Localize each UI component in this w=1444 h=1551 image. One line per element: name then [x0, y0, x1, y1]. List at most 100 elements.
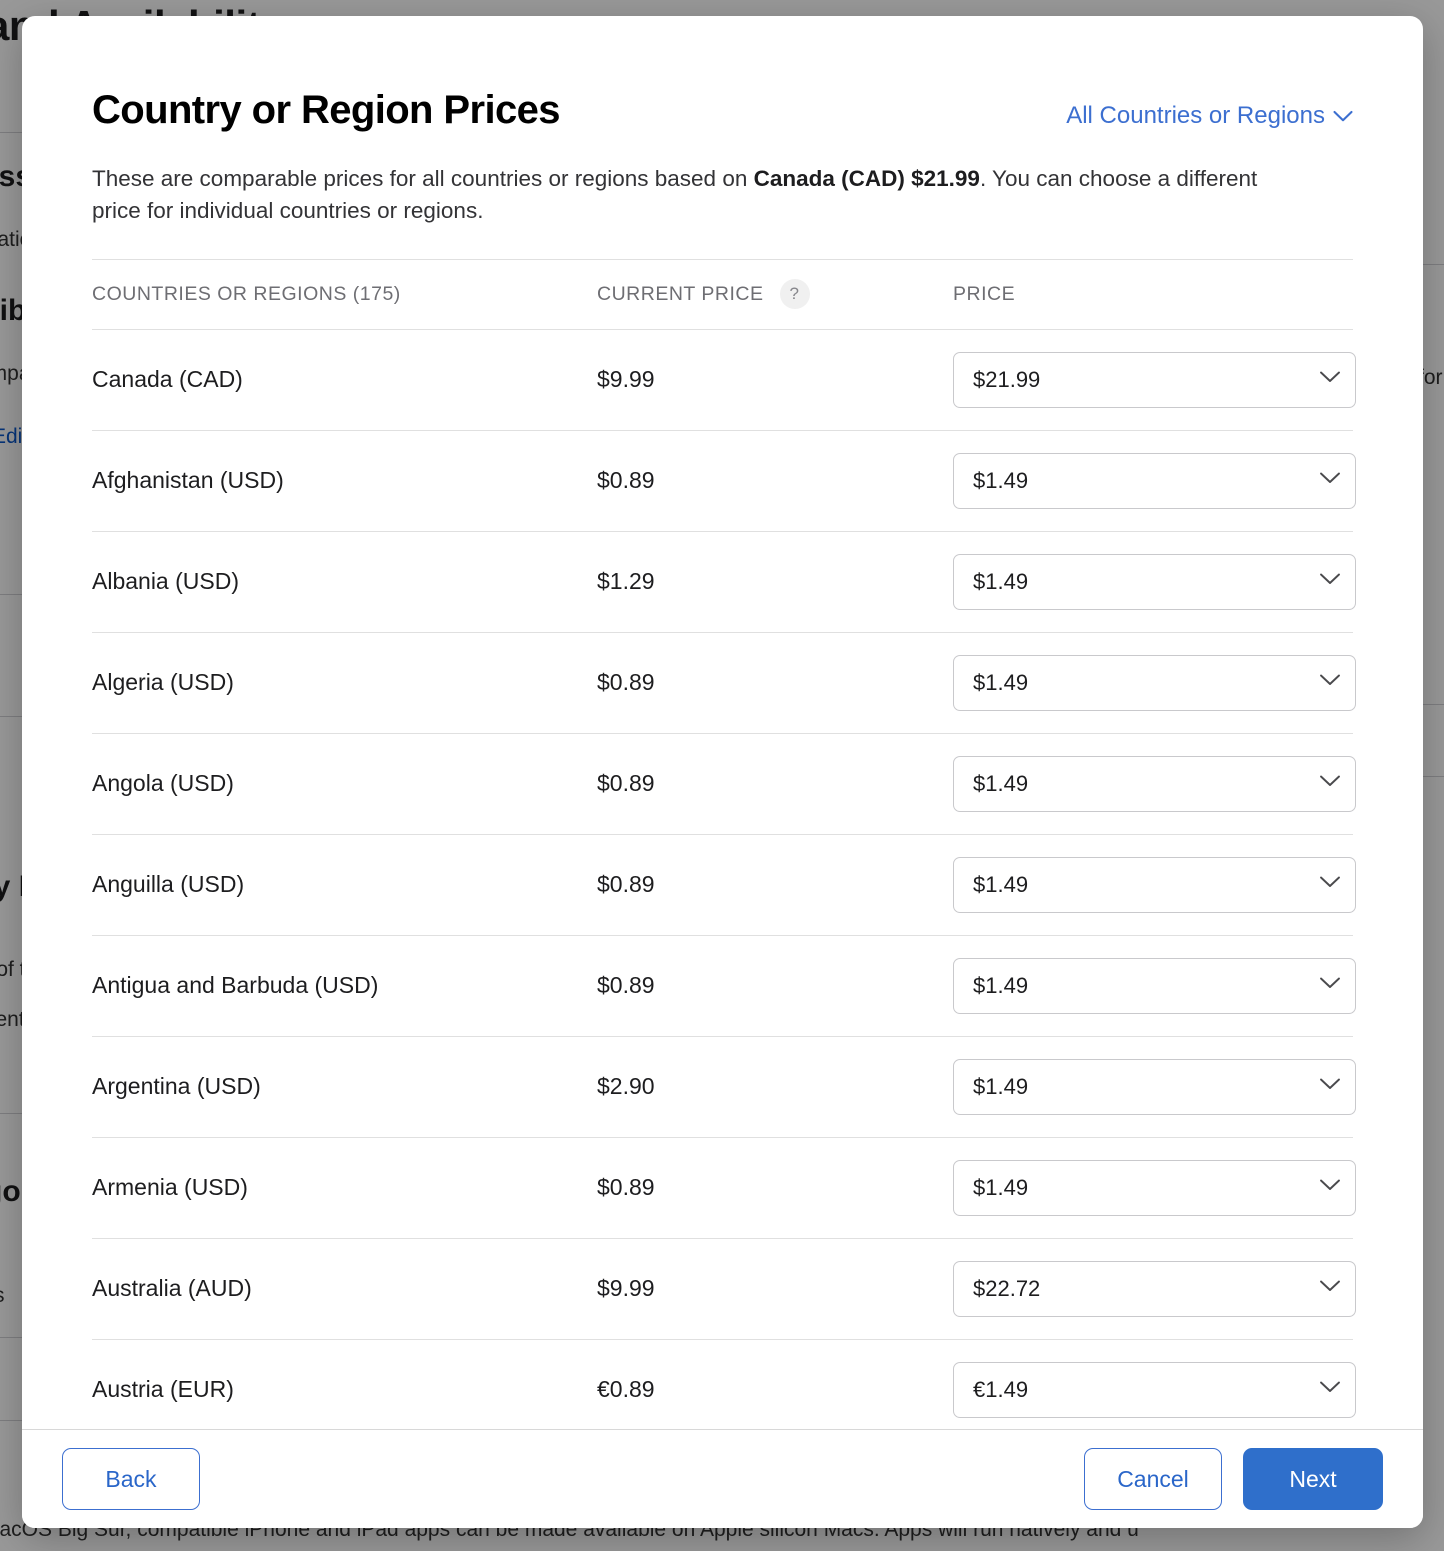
current-price-cell: $2.90 [597, 1073, 953, 1100]
chevron-down-icon [1319, 875, 1341, 894]
table-row: Albania (USD)$1.29 $1.49 [92, 532, 1353, 633]
column-header-price: PRICE [953, 283, 1353, 306]
page-title: Country or Region Prices [92, 88, 560, 132]
current-price-cell: $0.89 [597, 972, 953, 999]
price-cell: $1.49 [953, 756, 1356, 812]
all-countries-or-regions-filter[interactable]: All Countries or Regions [1066, 102, 1353, 130]
price-select[interactable]: €1.49 [953, 1362, 1356, 1418]
country-name-cell: Armenia (USD) [92, 1174, 597, 1201]
price-select[interactable]: $1.49 [953, 1160, 1356, 1216]
footer-right-actions: Cancel Next [1084, 1448, 1383, 1510]
price-select-value: $1.49 [973, 569, 1319, 595]
chevron-down-icon [1319, 1178, 1341, 1197]
back-button[interactable]: Back [62, 1448, 200, 1510]
price-select-value: $1.49 [973, 872, 1319, 898]
current-price-cell: $0.89 [597, 467, 953, 494]
column-header-current-price: CURRENT PRICE ? [597, 279, 953, 309]
footer-left-actions: Back [62, 1448, 200, 1510]
table-row: Canada (CAD)$9.99 $21.99 [92, 330, 1353, 431]
price-select-value: €1.49 [973, 1377, 1319, 1403]
current-price-cell: $0.89 [597, 669, 953, 696]
price-select[interactable]: $1.49 [953, 857, 1356, 913]
price-select-value: $1.49 [973, 468, 1319, 494]
dialog-body: Country or Region Prices All Countries o… [22, 16, 1423, 1429]
current-price-cell: €0.89 [597, 1376, 953, 1403]
current-price-cell: $0.89 [597, 770, 953, 797]
table-row: Afghanistan (USD)$0.89 $1.49 [92, 431, 1353, 532]
scope-filter-label: All Countries or Regions [1066, 102, 1325, 130]
price-cell: $1.49 [953, 1059, 1356, 1115]
table-row: Argentina (USD)$2.90$1.49 [92, 1037, 1353, 1138]
price-select-value: $21.99 [973, 367, 1319, 393]
price-select[interactable]: $21.99 [953, 352, 1356, 408]
country-name-cell: Afghanistan (USD) [92, 467, 597, 494]
price-cell: $22.72 [953, 1261, 1356, 1317]
country-name-cell: Angola (USD) [92, 770, 597, 797]
price-select[interactable]: $1.49 [953, 1059, 1356, 1115]
column-header-current-price-label: CURRENT PRICE [597, 283, 764, 306]
table-row: Austria (EUR)€0.89 €1.49 [92, 1340, 1353, 1429]
country-name-cell: Anguilla (USD) [92, 871, 597, 898]
column-header-countries: COUNTRIES OR REGIONS (175) [92, 283, 597, 306]
chevron-down-icon [1319, 774, 1341, 793]
price-select-value: $1.49 [973, 973, 1319, 999]
current-price-cell: $9.99 [597, 1275, 953, 1302]
price-select-value: $1.49 [973, 670, 1319, 696]
description-part-1: These are comparable prices for all coun… [92, 166, 754, 191]
table-row: Australia (AUD)$9.99 $22.72 [92, 1239, 1353, 1340]
chevron-down-icon [1319, 673, 1341, 692]
country-name-cell: Austria (EUR) [92, 1376, 597, 1403]
price-select-value: $1.49 [973, 1175, 1319, 1201]
price-select[interactable]: $1.49 [953, 453, 1356, 509]
table-row: Anguilla (USD)$0.89 $1.49 [92, 835, 1353, 936]
table-row: Algeria (USD)$0.89 $1.49 [92, 633, 1353, 734]
price-select[interactable]: $1.49 [953, 655, 1356, 711]
dialog-footer: Back Cancel Next [22, 1429, 1423, 1528]
country-name-cell: Australia (AUD) [92, 1275, 597, 1302]
chevron-down-icon [1333, 110, 1353, 123]
current-price-cell: $9.99 [597, 366, 953, 393]
country-name-cell: Canada (CAD) [92, 366, 597, 393]
chevron-down-icon [1319, 471, 1341, 490]
price-select[interactable]: $1.49 [953, 756, 1356, 812]
price-select-value: $22.72 [973, 1276, 1319, 1302]
chevron-down-icon [1319, 976, 1341, 995]
column-header-price-label: PRICE [953, 283, 1015, 306]
price-select-value: $1.49 [973, 1074, 1319, 1100]
country-price-table: COUNTRIES OR REGIONS (175) CURRENT PRICE… [92, 259, 1353, 1429]
country-name-cell: Antigua and Barbuda (USD) [92, 972, 597, 999]
price-cell: $1.49 [953, 857, 1356, 913]
description-emphasis: Canada (CAD) $21.99 [754, 166, 980, 191]
price-select[interactable]: $22.72 [953, 1261, 1356, 1317]
price-select[interactable]: $1.49 [953, 554, 1356, 610]
current-price-cell: $0.89 [597, 871, 953, 898]
table-body: Canada (CAD)$9.99$21.99Afghanistan (USD)… [92, 330, 1353, 1429]
price-select[interactable]: $1.49 [953, 958, 1356, 1014]
column-header-countries-label: COUNTRIES OR REGIONS (175) [92, 283, 401, 306]
current-price-cell: $1.29 [597, 568, 953, 595]
price-cell: €1.49 [953, 1362, 1356, 1418]
dialog-header: Country or Region Prices All Countries o… [92, 16, 1353, 132]
chevron-down-icon [1319, 1279, 1341, 1298]
price-cell: $1.49 [953, 958, 1356, 1014]
table-row: Antigua and Barbuda (USD)$0.89 $1.49 [92, 936, 1353, 1037]
chevron-down-icon [1319, 1077, 1341, 1096]
chevron-down-icon [1319, 370, 1341, 389]
cancel-button[interactable]: Cancel [1084, 1448, 1222, 1510]
table-row: Angola (USD)$0.89$1.49 [92, 734, 1353, 835]
dialog-description: These are comparable prices for all coun… [92, 163, 1272, 227]
price-cell: $1.49 [953, 655, 1356, 711]
table-header-row: COUNTRIES OR REGIONS (175) CURRENT PRICE… [92, 259, 1353, 330]
price-cell: $21.99 [953, 352, 1356, 408]
price-cell: $1.49 [953, 1160, 1356, 1216]
price-cell: $1.49 [953, 554, 1356, 610]
price-cell: $1.49 [953, 453, 1356, 509]
country-or-region-prices-dialog: Country or Region Prices All Countries o… [22, 16, 1423, 1528]
country-name-cell: Albania (USD) [92, 568, 597, 595]
country-name-cell: Algeria (USD) [92, 669, 597, 696]
chevron-down-icon [1319, 1380, 1341, 1399]
chevron-down-icon [1319, 572, 1341, 591]
next-button[interactable]: Next [1243, 1448, 1383, 1510]
question-mark-icon[interactable]: ? [780, 279, 810, 309]
current-price-cell: $0.89 [597, 1174, 953, 1201]
